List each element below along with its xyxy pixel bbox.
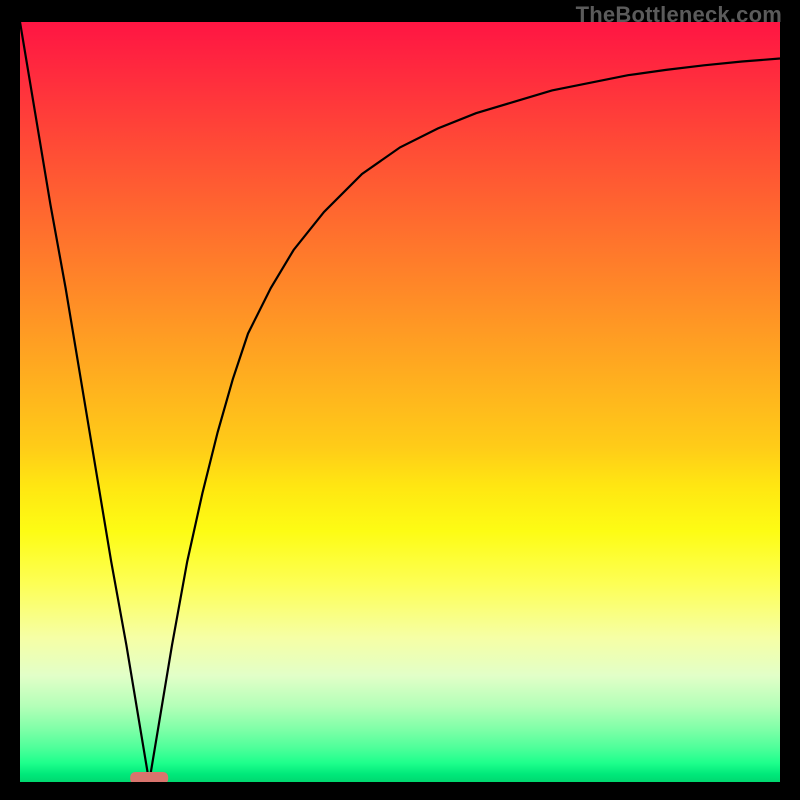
chart-svg — [20, 22, 780, 782]
plot-area — [20, 22, 780, 782]
optimum-marker — [130, 772, 168, 782]
bottleneck-curve — [20, 22, 780, 782]
chart-frame: TheBottleneck.com — [0, 0, 800, 800]
